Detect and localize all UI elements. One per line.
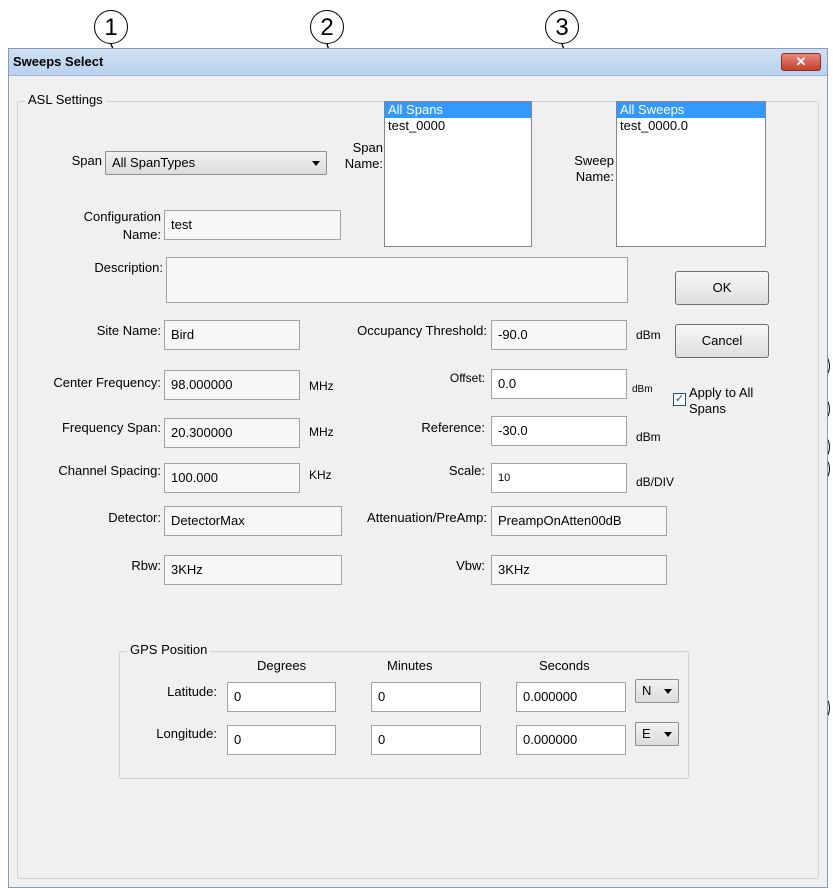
sweep-name-label-line2: Name: [575, 169, 614, 184]
reference-unit: dBm [636, 430, 661, 444]
sweep-name-label-line1: Sweep [574, 153, 614, 168]
asl-settings-label: ASL Settings [25, 92, 106, 107]
configuration-name-field[interactable]: test [164, 210, 341, 240]
occupancy-threshold-label: Occupancy Threshold: [357, 323, 487, 338]
frequency-span-label: Frequency Span: [61, 420, 161, 435]
minutes-header: Minutes [387, 658, 433, 673]
latitude-direction-value: N [642, 683, 652, 698]
offset-field[interactable]: 0.0 [491, 369, 627, 399]
list-item[interactable]: All Sweeps [617, 102, 765, 118]
site-name-field[interactable]: Bird [164, 320, 300, 350]
latitude-label: Latitude: [167, 684, 217, 699]
longitude-minutes-field[interactable]: 0 [371, 725, 481, 755]
longitude-direction-value: E [642, 726, 651, 741]
apply-to-all-checkbox[interactable]: ✓ [673, 393, 686, 406]
center-frequency-unit: MHz [309, 379, 334, 393]
longitude-direction-select[interactable]: E [635, 722, 679, 746]
center-frequency-label: Center Frequency: [53, 375, 161, 390]
gps-position-label: GPS Position [127, 642, 211, 657]
title-bar[interactable]: Sweeps Select ✕ [9, 49, 827, 76]
apply-to-all-label-line1: Apply to All [689, 385, 754, 400]
offset-label: Offset: [449, 371, 485, 385]
chevron-down-icon [664, 732, 672, 737]
site-name-label: Site Name: [96, 323, 161, 338]
list-item[interactable]: All Spans [385, 102, 531, 118]
rbw-label: Rbw: [131, 558, 161, 573]
vbw-field[interactable]: 3KHz [491, 555, 667, 585]
configuration-label-line2: Name: [122, 227, 161, 242]
channel-spacing-unit: KHz [309, 468, 332, 482]
close-button[interactable]: ✕ [781, 53, 821, 71]
attenuation-preamp-label: Attenuation/PreAmp: [367, 510, 487, 525]
occupancy-unit: dBm [636, 328, 661, 342]
latitude-minutes-field[interactable]: 0 [371, 682, 481, 712]
seconds-header: Seconds [539, 658, 590, 673]
callout-1: 1 [94, 10, 128, 44]
scale-unit: dB/DIV [636, 475, 675, 489]
reference-field[interactable]: -30.0 [491, 416, 627, 446]
offset-unit: dBm [632, 384, 653, 395]
span-type-select[interactable]: All SpanTypes [105, 151, 327, 175]
degrees-header: Degrees [257, 658, 307, 673]
span-label: Span [71, 153, 102, 168]
longitude-label: Longitude: [156, 726, 217, 741]
sweeps-select-dialog: Sweeps Select ✕ ASL Settings Span All Sp… [8, 48, 828, 888]
occupancy-threshold-field[interactable]: -90.0 [491, 320, 627, 350]
frequency-span-field[interactable]: 20.300000 [164, 418, 300, 448]
channel-spacing-label: Channel Spacing: [58, 463, 161, 478]
scale-field[interactable]: 10 [491, 463, 627, 493]
sweep-name-list[interactable]: All Sweeps test_0000.0 [616, 101, 766, 247]
center-frequency-field[interactable]: 98.000000 [164, 370, 300, 400]
span-name-label-line2: Name: [344, 156, 383, 171]
description-field[interactable] [166, 257, 628, 303]
configuration-label-line1: Configuration [83, 209, 161, 224]
longitude-seconds-field[interactable]: 0.000000 [516, 725, 626, 755]
window-title: Sweeps Select [13, 54, 104, 69]
close-icon: ✕ [795, 54, 807, 69]
checkmark-icon: ✓ [674, 393, 685, 405]
latitude-degrees-field[interactable]: 0 [227, 682, 336, 712]
span-type-value: All SpanTypes [112, 155, 196, 170]
vbw-label: Vbw: [456, 558, 485, 573]
list-item[interactable]: test_0000.0 [617, 118, 765, 134]
chevron-down-icon [664, 689, 672, 694]
attenuation-preamp-field[interactable]: PreampOnAtten00dB [491, 506, 667, 536]
description-label: Description: [94, 260, 163, 275]
scale-label: Scale: [448, 463, 485, 478]
ok-button[interactable]: OK [675, 271, 769, 305]
rbw-field[interactable]: 3KHz [164, 555, 342, 585]
reference-label: Reference: [421, 420, 485, 435]
span-name-list[interactable]: All Spans test_0000 [384, 101, 532, 247]
span-name-label-line1: Span [352, 140, 383, 155]
longitude-degrees-field[interactable]: 0 [227, 725, 336, 755]
list-item[interactable]: test_0000 [385, 118, 531, 134]
latitude-direction-select[interactable]: N [635, 679, 679, 703]
chevron-down-icon [312, 161, 320, 166]
callout-2: 2 [310, 10, 344, 44]
detector-field[interactable]: DetectorMax [164, 506, 342, 536]
detector-label: Detector: [108, 510, 161, 525]
channel-spacing-field[interactable]: 100.000 [164, 463, 300, 493]
callout-3: 3 [545, 10, 579, 44]
latitude-seconds-field[interactable]: 0.000000 [516, 682, 626, 712]
cancel-button[interactable]: Cancel [675, 324, 769, 358]
apply-to-all-label-line2: Spans [689, 401, 726, 416]
frequency-span-unit: MHz [309, 425, 334, 439]
